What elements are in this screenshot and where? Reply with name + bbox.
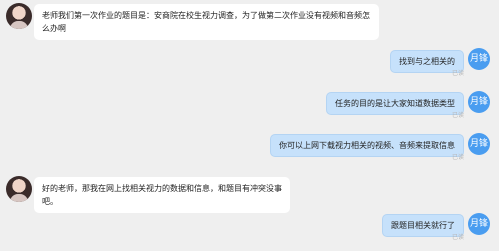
user-avatar-photo[interactable]	[6, 3, 32, 29]
read-status: 已读	[451, 70, 464, 77]
message-text: 跟题目相关就行了	[391, 221, 455, 230]
staff-avatar[interactable]: 月锋	[468, 91, 490, 113]
read-status: 已读	[451, 112, 464, 119]
staff-avatar[interactable]: 月锋	[468, 48, 490, 70]
incoming-message: 老师我们第一次作业的题目是：安商院在校生视力调查，为了做第二次作业没有视频和音频…	[34, 4, 379, 40]
message-text: 任务的目的是让大家知道数据类型	[335, 99, 455, 108]
message-text: 找到与之相关的	[399, 57, 455, 66]
read-status: 已读	[451, 234, 464, 241]
read-status: 已读	[451, 154, 464, 161]
message-text: 老师我们第一次作业的题目是：安商院在校生视力调查，为了做第二次作业没有视频和音频…	[42, 11, 370, 33]
chat-conversation: 老师我们第一次作业的题目是：安商院在校生视力调查，为了做第二次作业没有视频和音频…	[0, 0, 499, 251]
outgoing-message: 你可以上网下载视力相关的视频、音频来提取信息	[270, 134, 464, 157]
message-text: 好的老师，那我在网上找相关视力的数据和信息，和题目有冲突没事吧。	[42, 184, 282, 206]
incoming-message: 好的老师，那我在网上找相关视力的数据和信息，和题目有冲突没事吧。	[34, 177, 290, 213]
user-avatar-photo[interactable]	[6, 176, 32, 202]
message-text: 你可以上网下载视力相关的视频、音频来提取信息	[279, 141, 455, 150]
staff-avatar[interactable]: 月锋	[468, 133, 490, 155]
staff-avatar[interactable]: 月锋	[468, 213, 490, 235]
